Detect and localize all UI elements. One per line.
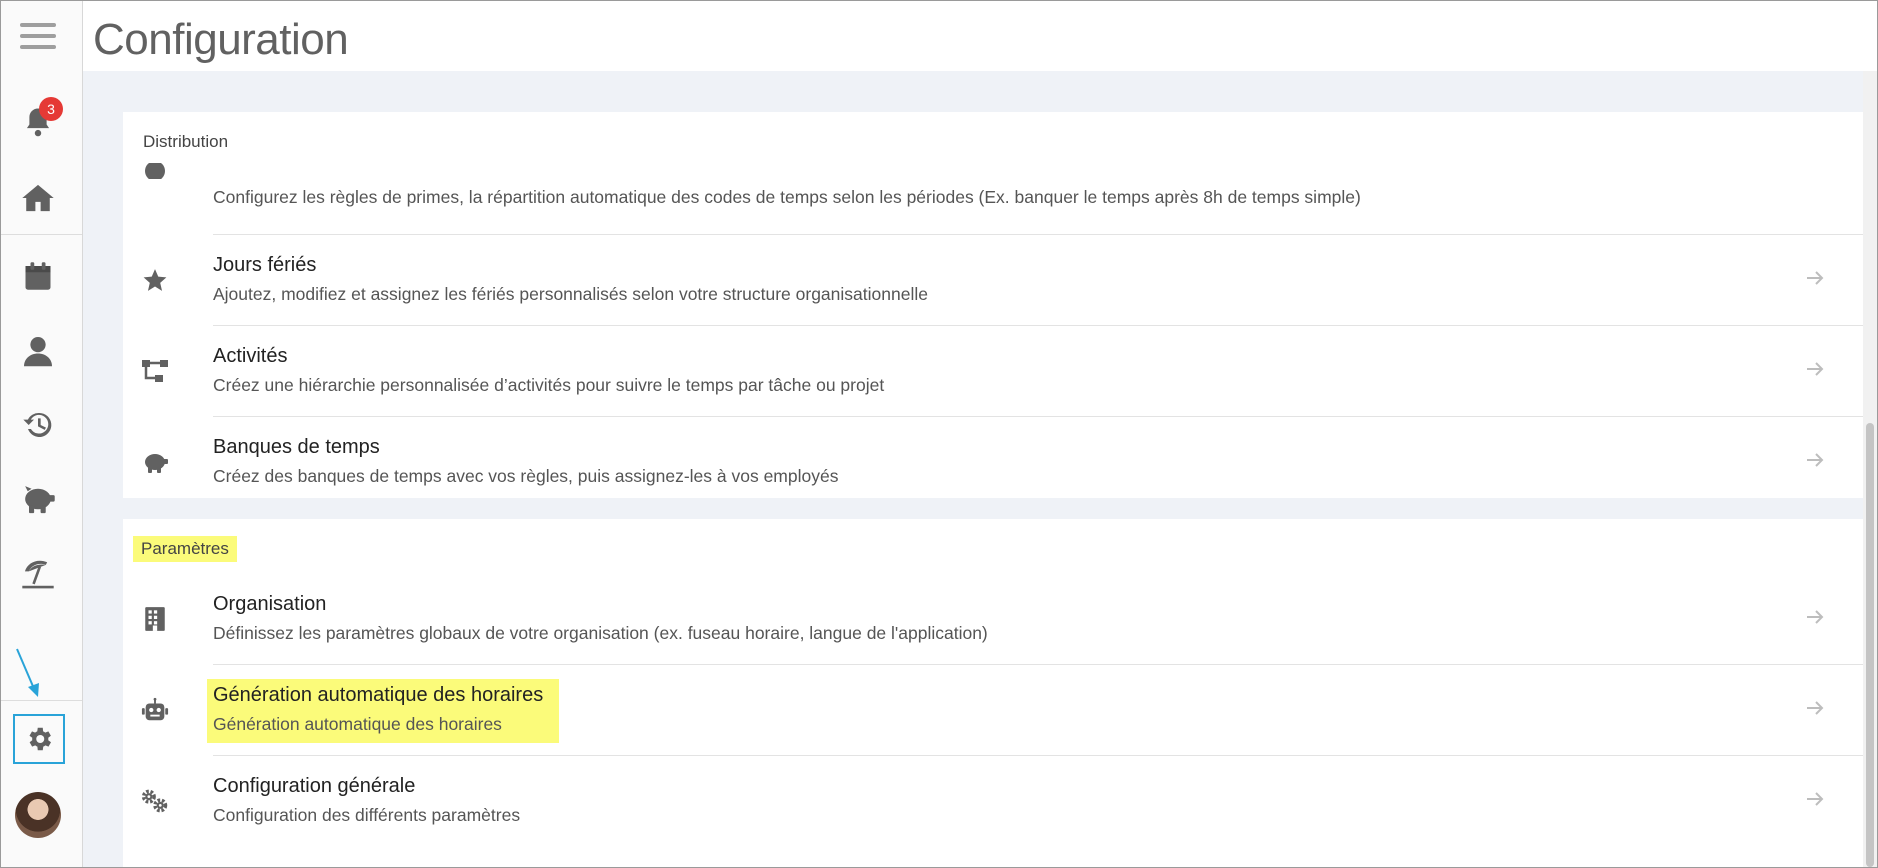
list-item-configuration-generale[interactable]: Configuration générale Configuration des… (123, 756, 1863, 847)
arrow-right-icon (1807, 610, 1824, 624)
parametres-card: Paramètres Organisation Définissez les p… (123, 519, 1863, 867)
list-item-organisation[interactable]: Organisation Définissez les paramètres g… (123, 574, 1863, 665)
robot-icon (141, 696, 169, 724)
home-icon (22, 184, 54, 212)
vacations-button[interactable] (15, 551, 61, 597)
list-item-generation-horaires[interactable]: Génération automatique des horaires Géné… (123, 665, 1863, 756)
row-description: Créez des banques de temps avec vos règl… (213, 466, 839, 486)
arrow-right-icon (1807, 701, 1824, 715)
history-button[interactable] (15, 402, 61, 448)
row-description: Génération automatique des horaires (213, 714, 502, 734)
building-icon (141, 605, 169, 633)
row-description: Configurez les règles de primes, la répa… (213, 187, 1361, 207)
notifications-button[interactable]: 3 (15, 97, 63, 145)
annotation-arrow-icon (16, 648, 39, 697)
gear-icon (29, 727, 52, 751)
row-title: Jours fériés (213, 254, 317, 276)
main-content: Distribution Configurez les règles de pr… (83, 71, 1863, 867)
list-item-jours-feries[interactable]: Jours fériés Ajoutez, modifiez et assign… (123, 235, 1863, 326)
section-title-parametres: Paramètres (133, 536, 237, 562)
notification-badge: 3 (39, 97, 63, 121)
scrollbar-thumb[interactable] (1866, 423, 1874, 867)
row-title: Organisation (213, 593, 327, 615)
home-button[interactable] (15, 175, 61, 221)
arrow-right-icon (1807, 792, 1824, 806)
time-banks-button[interactable] (15, 476, 61, 522)
hierarchy-icon (141, 357, 169, 385)
row-description: Ajoutez, modifiez et assignez les fériés… (213, 284, 928, 304)
calendar-icon (25, 262, 51, 290)
list-item-activites[interactable]: Activités Créez une hiérarchie personnal… (123, 326, 1863, 417)
list-item-primes[interactable]: Configurez les règles de primes, la répa… (123, 163, 1863, 235)
piggy-bank-icon (141, 448, 169, 476)
hamburger-menu-icon (20, 23, 56, 49)
app-window: 3 Configuration Distribution Configurez … (0, 0, 1878, 868)
row-title: Génération automatique des horaires (213, 684, 544, 706)
row-description: Définissez les paramètres globaux de vot… (213, 623, 988, 643)
history-icon (23, 412, 52, 437)
page-header: Configuration (83, 1, 1877, 71)
sidebar: 3 (1, 1, 83, 867)
sidebar-divider (1, 234, 82, 235)
menu-button[interactable] (15, 13, 61, 59)
arrow-right-icon (1807, 271, 1824, 285)
section-title-distribution: Distribution (143, 132, 229, 151)
row-title: Configuration générale (213, 775, 416, 797)
row-description: Créez une hiérarchie personnalisée d’act… (213, 375, 885, 395)
list-item-banques-de-temps[interactable]: Banques de temps Créez des banques de te… (123, 417, 1863, 498)
gears-icon (141, 787, 169, 815)
row-description: Configuration des différents paramètres (213, 805, 521, 825)
beach-umbrella-icon (22, 560, 54, 589)
employees-button[interactable] (15, 328, 61, 374)
star-icon (141, 266, 169, 294)
row-title: Banques de temps (213, 436, 380, 458)
distribution-card: Distribution Configurez les règles de pr… (123, 112, 1863, 498)
sidebar-divider (1, 700, 82, 701)
arrow-right-icon (1807, 453, 1824, 467)
row-title: Activités (213, 345, 288, 367)
arrow-right-icon (1807, 362, 1824, 376)
settings-button[interactable] (13, 714, 65, 764)
clock-24-icon (141, 163, 169, 179)
page-title: Configuration (93, 15, 349, 64)
piggy-bank-icon (25, 486, 55, 514)
avatar[interactable] (15, 792, 61, 838)
vertical-scrollbar[interactable] (1863, 71, 1877, 867)
calendar-button[interactable] (15, 253, 61, 299)
person-icon (24, 337, 52, 367)
